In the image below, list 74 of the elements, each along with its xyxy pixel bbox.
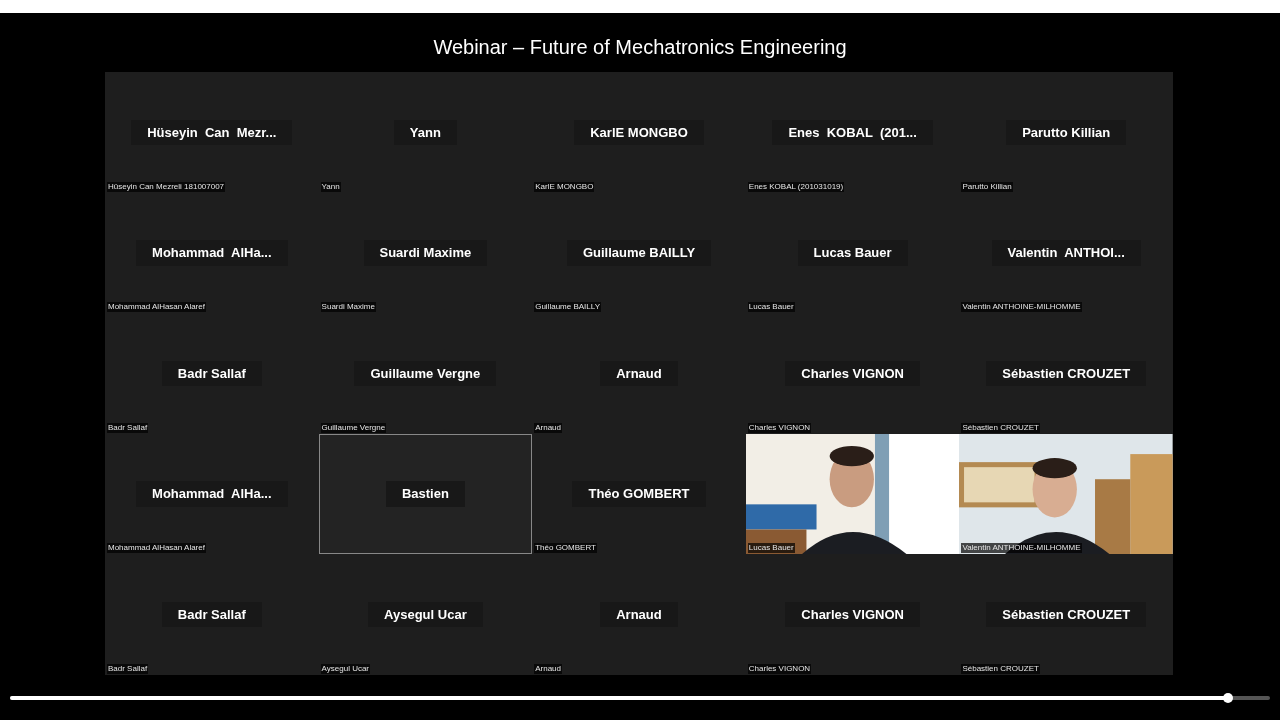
participant-tile[interactable]: Yann Yann bbox=[318, 72, 533, 193]
participant-name: Guillaume BAILLY bbox=[566, 240, 712, 266]
participant-tile[interactable]: Lucas Bauer Lucas Bauer bbox=[745, 192, 960, 314]
participant-tile[interactable]: Mohammad AlHa... Mohammad AlHasan Alaref bbox=[105, 192, 319, 314]
participant-tile[interactable]: Sébastien CROUZET Sébastien CROUZET bbox=[959, 554, 1173, 675]
participant-caption: Yann bbox=[320, 181, 341, 192]
participant-tile[interactable]: Mohammad AlHa... Mohammad AlHasan Alaref bbox=[105, 433, 319, 555]
participant-caption: Charles VIGNON bbox=[747, 664, 812, 674]
participant-name: Mohammad AlHa... bbox=[136, 240, 288, 266]
participant-caption: Sébastien CROUZET bbox=[961, 664, 1040, 674]
participant-tile[interactable]: Suardi Maxime Suardi Maxime bbox=[318, 192, 533, 314]
participant-tile[interactable]: Parutto Killian Parutto Killian bbox=[959, 72, 1173, 193]
participant-tile[interactable]: Badr Sallaf Badr Sallaf bbox=[105, 313, 319, 434]
participant-name: Lucas Bauer bbox=[797, 240, 908, 266]
participant-name: Parutto Killian bbox=[1006, 119, 1127, 146]
participant-caption: Guillaume Vergne bbox=[320, 422, 387, 433]
participant-tile[interactable]: Bastien bbox=[318, 433, 533, 555]
participant-caption: Mohammad AlHasan Alaref bbox=[107, 543, 206, 554]
participant-tile[interactable]: Charles VIGNON Charles VIGNON bbox=[745, 313, 960, 434]
participant-caption: Lucas Bauer bbox=[747, 543, 795, 554]
participant-tile[interactable]: Théo GOMBERT Théo GOMBERT bbox=[532, 433, 746, 555]
participant-name: Enes KOBAL (201... bbox=[772, 119, 933, 146]
participant-tile[interactable]: Valentin ANTHOINE-MILHOMME bbox=[959, 433, 1173, 555]
participant-caption: KarlE MONGBO bbox=[534, 181, 595, 192]
participant-caption: Sébastien CROUZET bbox=[961, 422, 1040, 433]
participant-tile[interactable]: Charles VIGNON Charles VIGNON bbox=[745, 554, 960, 675]
participant-name: Suardi Maxime bbox=[363, 240, 488, 266]
participant-caption: Valentin ANTHOINE-MILHOMME bbox=[961, 302, 1082, 313]
participant-tile[interactable]: Hüseyin Can Mezr... Hüseyin Can Mezreli 181007007 bbox=[105, 72, 319, 193]
participant-caption: Lucas Bauer bbox=[747, 302, 795, 313]
participant-caption: Aysegul Ucar bbox=[320, 664, 371, 674]
participant-caption: Enes KOBAL (201031019) bbox=[747, 181, 845, 192]
video-title: Webinar – Future of Mechatronics Engineering bbox=[433, 35, 847, 60]
participant-tile[interactable]: Arnaud Arnaud bbox=[532, 554, 746, 675]
participant-name: Guillaume Vergne bbox=[354, 360, 497, 387]
participant-name: Yann bbox=[393, 119, 457, 146]
participant-name: Sébastien CROUZET bbox=[986, 360, 1147, 387]
participant-name: Arnaud bbox=[600, 360, 678, 387]
participant-caption: Théo GOMBERT bbox=[534, 543, 597, 554]
participant-name: Aysegul Ucar bbox=[368, 601, 483, 628]
participant-caption: Badr Sallaf bbox=[107, 422, 149, 433]
participant-name: Théo GOMBERT bbox=[572, 481, 706, 507]
participant-name: Charles VIGNON bbox=[785, 360, 920, 387]
participant-tile[interactable]: Sébastien CROUZET Sébastien CROUZET bbox=[959, 313, 1173, 434]
participant-tile[interactable]: Badr Sallaf Badr Sallaf bbox=[105, 554, 319, 675]
participant-name: Bastien bbox=[385, 481, 465, 507]
participant-caption: Valentin ANTHOINE-MILHOMME bbox=[961, 543, 1082, 554]
participant-name: Valentin ANTHOI... bbox=[991, 240, 1141, 266]
participant-name: Hüseyin Can Mezr... bbox=[131, 119, 293, 146]
participant-tile[interactable]: Valentin ANTHOI... Valentin ANTHOINE-MILHOMME bbox=[959, 192, 1173, 314]
participant-tile[interactable]: Enes KOBAL (201... Enes KOBAL (201031019) bbox=[745, 72, 960, 193]
participant-tile[interactable]: Lucas Bauer bbox=[745, 433, 960, 555]
participant-name: Arnaud bbox=[600, 601, 678, 628]
participant-tile[interactable]: Aysegul Ucar Aysegul Ucar bbox=[318, 554, 533, 675]
participant-caption: Mohammad AlHasan Alaref bbox=[107, 302, 206, 313]
participant-tile[interactable]: Arnaud Arnaud bbox=[532, 313, 746, 434]
participant-caption: Charles VIGNON bbox=[747, 422, 812, 433]
participant-name: Badr Sallaf bbox=[161, 601, 262, 628]
participant-name: Mohammad AlHa... bbox=[136, 481, 288, 507]
participant-caption: Hüseyin Can Mezreli 181007007 bbox=[107, 181, 226, 192]
participant-caption: Arnaud bbox=[534, 664, 562, 674]
participant-caption: Parutto Killian bbox=[961, 181, 1013, 192]
participant-caption: Badr Sallaf bbox=[107, 664, 149, 674]
participant-tile[interactable]: Guillaume Vergne Guillaume Vergne bbox=[318, 313, 533, 434]
participant-caption: Suardi Maxime bbox=[320, 302, 376, 313]
participant-name: Charles VIGNON bbox=[785, 601, 920, 628]
participant-caption: Guillaume BAILLY bbox=[534, 302, 601, 313]
participant-tile[interactable]: KarlE MONGBO KarlE MONGBO bbox=[532, 72, 746, 193]
participant-name: Sébastien CROUZET bbox=[986, 601, 1147, 628]
participant-tile[interactable]: Guillaume BAILLY Guillaume BAILLY bbox=[532, 192, 746, 314]
seek-bar[interactable] bbox=[10, 696, 1270, 700]
participant-name: Badr Sallaf bbox=[161, 360, 262, 387]
participant-name: KarlE MONGBO bbox=[574, 119, 704, 146]
participant-caption: Arnaud bbox=[534, 422, 562, 433]
